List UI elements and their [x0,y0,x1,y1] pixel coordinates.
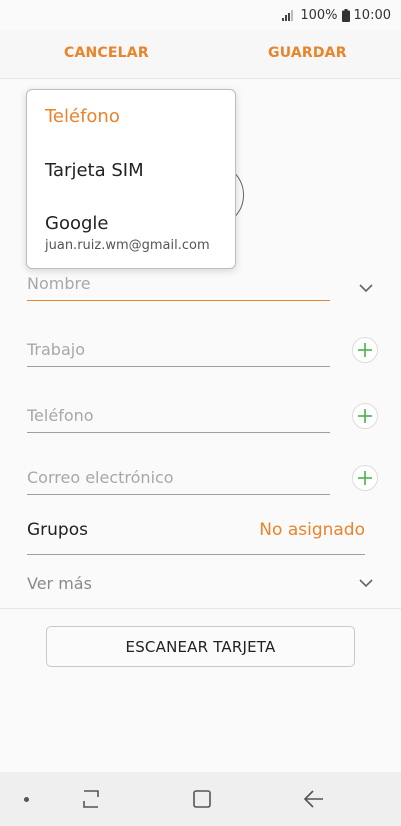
phone-placeholder: Teléfono [27,406,94,425]
home-icon[interactable] [192,789,212,809]
plus-icon [358,343,372,357]
battery-percent: 100% [300,7,338,23]
status-time: 10:00 [353,7,391,23]
view-more-button[interactable]: Ver más [27,574,92,593]
status-bar: 100% 10:00 [0,0,401,30]
view-more-chevron-icon[interactable] [358,575,374,591]
action-bar: CANCELAR GUARDAR [0,30,401,79]
work-placeholder: Trabajo [27,340,85,359]
plus-icon [358,409,372,423]
recent-apps-icon[interactable] [80,789,102,809]
add-work-button[interactable] [352,337,378,363]
cancel-button[interactable]: CANCELAR [64,45,149,61]
phone-field[interactable]: Teléfono [27,398,330,433]
expand-name-chevron-icon[interactable] [358,280,374,296]
email-field[interactable]: Correo electrónico [27,460,330,495]
name-placeholder: Nombre [27,274,91,293]
battery-icon [341,8,350,22]
storage-option-phone[interactable]: Teléfono [45,106,120,127]
groups-row[interactable]: Grupos No asignado [27,514,365,555]
storage-option-sim[interactable]: Tarjeta SIM [45,160,144,181]
scan-card-button[interactable]: ESCANEAR TARJETA [46,626,355,667]
groups-label: Grupos [27,520,88,540]
add-phone-button[interactable] [352,403,378,429]
scan-card-label: ESCANEAR TARJETA [125,637,276,656]
signal-icon [282,10,294,21]
save-button[interactable]: GUARDAR [268,45,347,61]
groups-value: No asignado [259,520,365,540]
google-account-email: juan.ruiz.wm@gmail.com [45,238,210,253]
email-placeholder: Correo electrónico [27,468,174,487]
storage-menu: Teléfono Tarjeta SIM Google juan.ruiz.wm… [26,89,236,269]
add-email-button[interactable] [352,465,378,491]
storage-option-google[interactable]: Google [45,213,108,234]
work-field[interactable]: Trabajo [27,332,330,367]
navigation-bar [0,772,401,826]
back-icon[interactable] [303,789,325,809]
plus-icon [358,471,372,485]
name-field[interactable]: Nombre [27,266,330,301]
nav-dot-icon[interactable] [24,797,29,802]
divider [0,608,401,609]
